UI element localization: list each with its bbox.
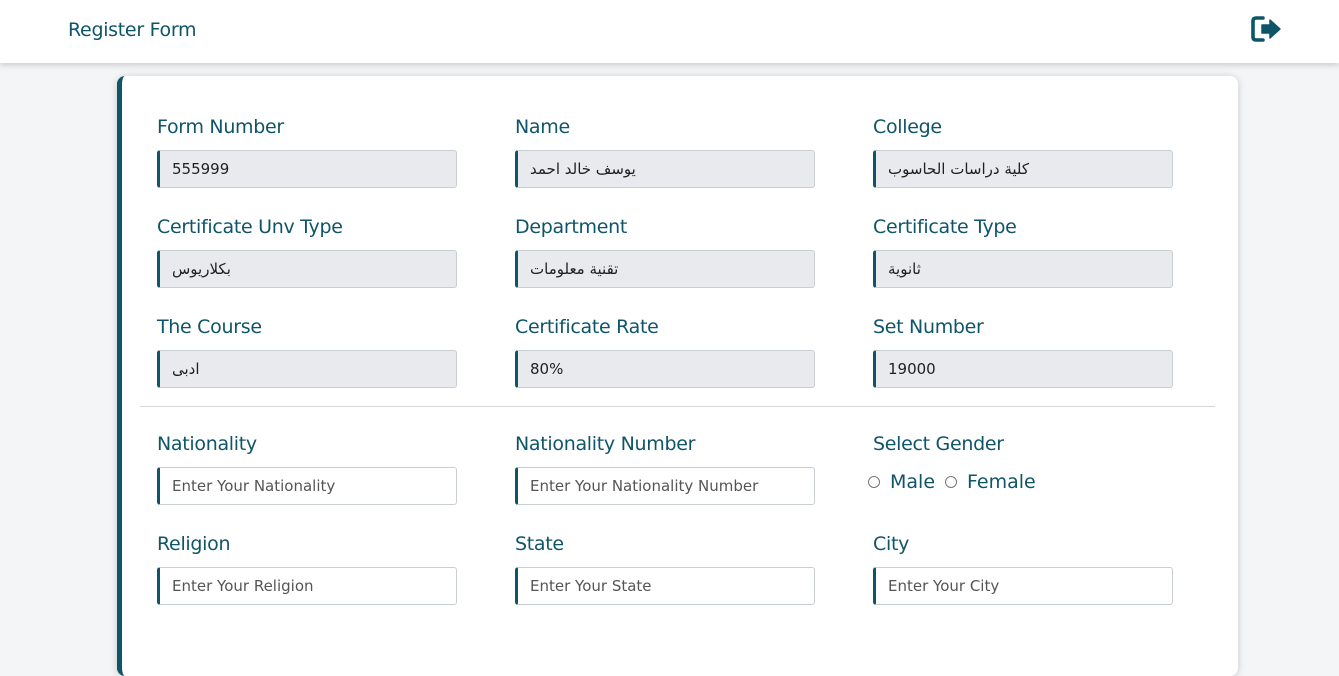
religion-field: Religion	[157, 531, 457, 605]
field-label: Form Number	[157, 116, 284, 138]
nationality-number-input[interactable]	[515, 467, 815, 505]
field-label: Department	[515, 216, 627, 238]
field-label: Certificate Type	[873, 216, 1017, 238]
certificate-rate-field: Certificate Rate 80%	[515, 314, 815, 388]
city-input[interactable]	[873, 567, 1173, 605]
logout-icon[interactable]	[1250, 13, 1284, 45]
field-label: Name	[515, 116, 570, 138]
gender-female-label[interactable]: Female	[967, 471, 1036, 493]
register-form-card: Form Number 555999 Name يوسف خالد احمد C…	[117, 76, 1238, 676]
field-label: Nationality Number	[515, 433, 696, 455]
nationality-number-field: Nationality Number	[515, 431, 815, 505]
certificate-unv-type-value: بكلاريوس	[157, 250, 457, 288]
field-label: Set Number	[873, 316, 984, 338]
course-field: The Course ادبى	[157, 314, 457, 388]
name-field: Name يوسف خالد احمد	[515, 114, 815, 188]
nationality-input[interactable]	[157, 467, 457, 505]
gender-field: Select Gender Male Female	[868, 431, 1173, 497]
college-value: كلية دراسات الحاسوب	[873, 150, 1173, 188]
form-number-field: Form Number 555999	[157, 114, 457, 188]
field-label: City	[873, 533, 910, 555]
field-label: The Course	[157, 316, 262, 338]
field-label: Certificate Rate	[515, 316, 659, 338]
field-label: Nationality	[157, 433, 257, 455]
form-number-value: 555999	[157, 150, 457, 188]
gender-male-radio[interactable]	[868, 476, 880, 488]
city-field: City	[873, 531, 1173, 605]
certificate-type-value: ثانوية	[873, 250, 1173, 288]
certificate-rate-value: 80%	[515, 350, 815, 388]
brand-title[interactable]: Register Form	[68, 19, 197, 41]
field-label: College	[873, 116, 942, 138]
field-label: State	[515, 533, 564, 555]
religion-input[interactable]	[157, 567, 457, 605]
section-divider	[140, 406, 1215, 407]
college-field: College كلية دراسات الحاسوب	[873, 114, 1173, 188]
name-value: يوسف خالد احمد	[515, 150, 815, 188]
department-field: Department تقنية معلومات	[515, 214, 815, 288]
state-input[interactable]	[515, 567, 815, 605]
nationality-field: Nationality	[157, 431, 457, 505]
field-label: Certificate Unv Type	[157, 216, 343, 238]
set-number-field: Set Number 19000	[873, 314, 1173, 388]
certificate-unv-type-field: Certificate Unv Type بكلاريوس	[157, 214, 457, 288]
department-value: تقنية معلومات	[515, 250, 815, 288]
state-field: State	[515, 531, 815, 605]
field-label: Religion	[157, 533, 231, 555]
gender-male-label[interactable]: Male	[890, 471, 935, 493]
gender-label: Select Gender	[873, 433, 1004, 455]
top-navbar: Register Form	[0, 0, 1339, 63]
gender-options: Male Female	[868, 467, 1173, 497]
course-value: ادبى	[157, 350, 457, 388]
gender-female-radio[interactable]	[945, 476, 958, 488]
set-number-value: 19000	[873, 350, 1173, 388]
certificate-type-field: Certificate Type ثانوية	[873, 214, 1173, 288]
